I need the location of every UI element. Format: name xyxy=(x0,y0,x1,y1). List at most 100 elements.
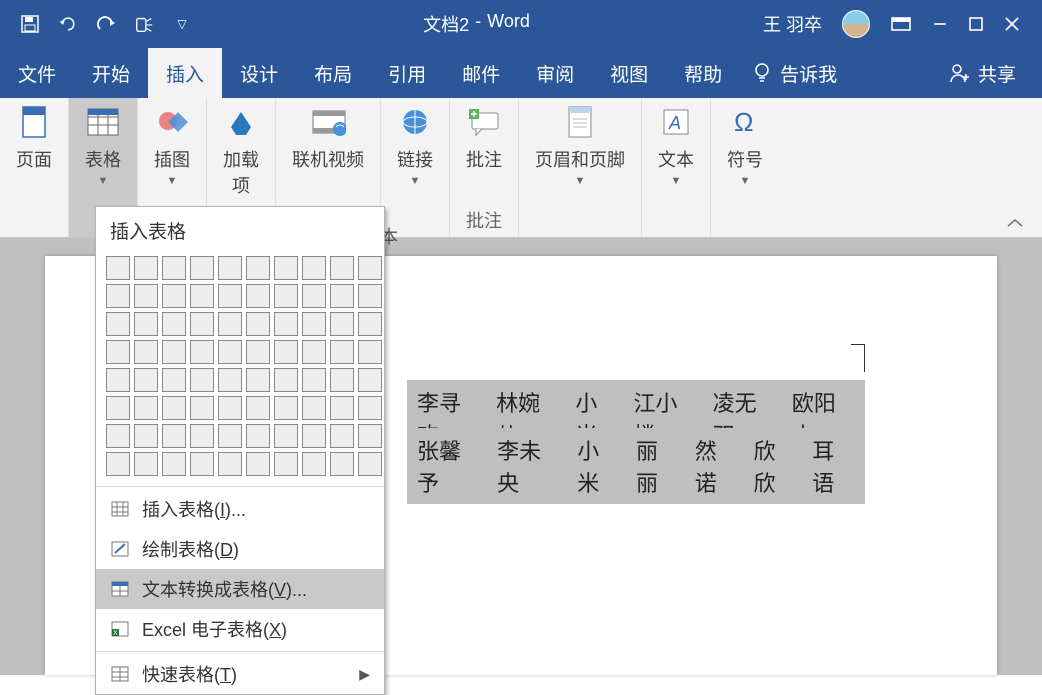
table-grid-cell[interactable] xyxy=(246,340,270,364)
table-grid-cell[interactable] xyxy=(162,256,186,280)
undo-icon[interactable] xyxy=(58,14,78,34)
tab-file[interactable]: 文件 xyxy=(0,48,74,98)
table-grid-cell[interactable] xyxy=(274,312,298,336)
table-grid-cell[interactable] xyxy=(106,368,130,392)
link-button[interactable]: 链接 ▼ xyxy=(397,104,433,184)
table-grid-cell[interactable] xyxy=(218,312,242,336)
table-grid-cell[interactable] xyxy=(330,368,354,392)
tab-view[interactable]: 视图 xyxy=(592,48,666,98)
table-grid-cell[interactable] xyxy=(106,340,130,364)
table-grid-cell[interactable] xyxy=(106,452,130,476)
redo-icon[interactable] xyxy=(96,14,116,34)
table-grid-cell[interactable] xyxy=(190,368,214,392)
table-grid-cell[interactable] xyxy=(330,424,354,448)
table-grid-cell[interactable] xyxy=(162,284,186,308)
tab-references[interactable]: 引用 xyxy=(370,48,444,98)
table-grid-cell[interactable] xyxy=(330,340,354,364)
qat-customize-icon[interactable]: ▽ xyxy=(172,14,192,34)
table-grid-cell[interactable] xyxy=(358,284,382,308)
table-grid-cell[interactable] xyxy=(302,368,326,392)
table-grid-cell[interactable] xyxy=(246,256,270,280)
table-grid-cell[interactable] xyxy=(190,396,214,420)
tab-insert[interactable]: 插入 xyxy=(148,48,222,98)
table-grid-cell[interactable] xyxy=(162,340,186,364)
online-video-button[interactable]: 联机视频 xyxy=(292,104,364,172)
header-footer-button[interactable]: 页眉和页脚 ▼ xyxy=(535,104,625,184)
table-grid-cell[interactable] xyxy=(162,396,186,420)
table-grid-cell[interactable] xyxy=(246,368,270,392)
table-grid-cell[interactable] xyxy=(302,452,326,476)
table-grid-cell[interactable] xyxy=(358,396,382,420)
table-grid-cell[interactable] xyxy=(358,368,382,392)
pages-button[interactable]: 页面 xyxy=(16,104,52,172)
table-grid-cell[interactable] xyxy=(246,424,270,448)
save-icon[interactable] xyxy=(20,14,40,34)
table-grid-cell[interactable] xyxy=(274,340,298,364)
table-grid-cell[interactable] xyxy=(190,256,214,280)
table-grid-cell[interactable] xyxy=(302,340,326,364)
table-grid-cell[interactable] xyxy=(134,284,158,308)
table-grid-cell[interactable] xyxy=(134,452,158,476)
table-grid-cell[interactable] xyxy=(190,452,214,476)
table-grid-cell[interactable] xyxy=(330,452,354,476)
menu-draw-table[interactable]: 绘制表格(D) xyxy=(96,529,384,569)
table-grid-cell[interactable] xyxy=(106,424,130,448)
menu-convert-text-to-table[interactable]: 文本转换成表格(V)... xyxy=(96,569,384,609)
share-button[interactable]: 共享 xyxy=(948,48,1042,98)
table-grid-cell[interactable] xyxy=(358,340,382,364)
menu-insert-table[interactable]: 插入表格(I)... xyxy=(96,489,384,529)
table-grid-cell[interactable] xyxy=(134,396,158,420)
addins-button[interactable]: 加载 项 xyxy=(223,104,259,198)
table-grid-cell[interactable] xyxy=(330,256,354,280)
table-grid-cell[interactable] xyxy=(218,424,242,448)
tab-design[interactable]: 设计 xyxy=(222,48,296,98)
maximize-icon[interactable] xyxy=(968,16,984,32)
table-grid-cell[interactable] xyxy=(134,424,158,448)
table-grid-cell[interactable] xyxy=(302,424,326,448)
table-grid-cell[interactable] xyxy=(134,312,158,336)
table-grid-cell[interactable] xyxy=(106,284,130,308)
table-grid-cell[interactable] xyxy=(218,396,242,420)
table-grid-cell[interactable] xyxy=(274,424,298,448)
table-grid-cell[interactable] xyxy=(302,312,326,336)
tell-me[interactable]: 告诉我 xyxy=(740,48,855,98)
ribbon-display-icon[interactable] xyxy=(890,15,912,33)
table-grid-cell[interactable] xyxy=(358,312,382,336)
comment-button[interactable]: 批注 xyxy=(466,104,502,172)
table-button[interactable]: 表格 ▼ xyxy=(85,104,121,184)
table-grid-cell[interactable] xyxy=(218,452,242,476)
table-size-grid[interactable] xyxy=(96,252,384,484)
table-grid-cell[interactable] xyxy=(246,312,270,336)
table-grid-cell[interactable] xyxy=(162,368,186,392)
tab-review[interactable]: 审阅 xyxy=(518,48,592,98)
table-grid-cell[interactable] xyxy=(218,256,242,280)
table-grid-cell[interactable] xyxy=(358,256,382,280)
text-button[interactable]: A 文本 ▼ xyxy=(658,104,694,184)
table-grid-cell[interactable] xyxy=(134,256,158,280)
table-grid-cell[interactable] xyxy=(330,284,354,308)
user-name[interactable]: 王 羽卒 xyxy=(763,11,822,37)
table-grid-cell[interactable] xyxy=(246,452,270,476)
table-grid-cell[interactable] xyxy=(106,256,130,280)
table-grid-cell[interactable] xyxy=(162,312,186,336)
table-grid-cell[interactable] xyxy=(106,312,130,336)
table-grid-cell[interactable] xyxy=(302,256,326,280)
table-grid-cell[interactable] xyxy=(274,368,298,392)
tab-help[interactable]: 帮助 xyxy=(666,48,740,98)
menu-quick-tables[interactable]: 快速表格(T) ▶ xyxy=(96,654,384,694)
table-grid-cell[interactable] xyxy=(330,396,354,420)
touch-mode-icon[interactable] xyxy=(134,14,154,34)
close-icon[interactable] xyxy=(1004,16,1020,32)
tab-mailings[interactable]: 邮件 xyxy=(444,48,518,98)
table-grid-cell[interactable] xyxy=(190,312,214,336)
selected-text-line-2[interactable]: 张馨予 李未央 小米 丽丽 然诺 欣欣 耳语 xyxy=(407,428,865,504)
table-grid-cell[interactable] xyxy=(190,340,214,364)
user-avatar-icon[interactable] xyxy=(842,10,870,38)
table-grid-cell[interactable] xyxy=(358,452,382,476)
table-grid-cell[interactable] xyxy=(246,284,270,308)
minimize-icon[interactable] xyxy=(932,16,948,32)
table-grid-cell[interactable] xyxy=(106,396,130,420)
table-grid-cell[interactable] xyxy=(274,396,298,420)
table-grid-cell[interactable] xyxy=(162,424,186,448)
table-grid-cell[interactable] xyxy=(218,284,242,308)
